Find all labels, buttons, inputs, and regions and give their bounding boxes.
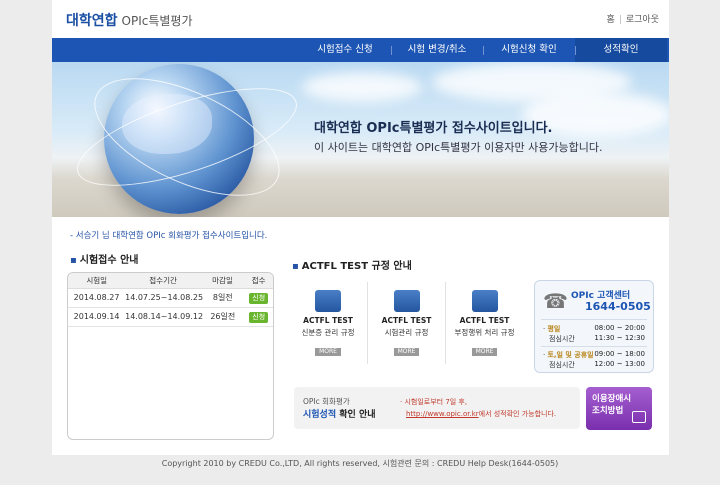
rules-title: ACTFL TEST 규정 안내 [292,257,412,272]
apply-button[interactable]: 신청 [249,293,269,304]
hero-banner: 대학연합 OPIc특별평가 접수사이트입니다. 이 사이트는 대학연합 OPIc… [52,62,669,217]
hand-icon [471,290,498,312]
hero-title: 대학연합 OPIc특별평가 접수사이트입니다. [314,121,553,136]
page-container: 대학연합 OPIc특별평가 홈 | 로그아웃 시험접수 신청 시험 변경/취소 시험신… [52,0,669,455]
schedule-title: 시험접수 안내 [70,251,139,266]
rule-title: ACTFL TEST [381,316,432,325]
weekend-lunch-label: 점심시간 [549,361,575,369]
rule-cheating[interactable]: ACTFL TEST 부정행위 처리 규정 MORE [445,282,523,364]
cell-date: 2014.08.27 [73,293,120,302]
footer: Copyright 2010 by CREDU Co.,LTD, All rig… [161,459,559,468]
weekday-lunch: 11:30 ~ 12:30 [594,334,645,342]
monitor-icon [393,290,420,312]
table-row: 2014.09.14 14.08.14~14.09.12 26일전 신청 [68,308,273,327]
top-bar: 대학연합 OPIc특별평가 홈 | 로그아웃 [52,0,669,38]
more-button[interactable]: MORE [315,348,341,356]
cell-date: 2014.09.14 [73,312,120,321]
table-row: 2014.08.27 14.07.25~14.08.25 8일전 신청 [68,289,273,308]
apply-button[interactable]: 신청 [249,312,269,323]
customer-center: ☎ OPIc 고객센터 1644-0505 · 평일 점심시간 08:00 ~ … [534,280,654,373]
score-banner-note: · 시험일로부터 7일 후, [400,398,468,406]
col-apply: 접수 [251,276,266,285]
weekend-lunch: 12:00 ~ 13:00 [594,360,645,368]
welcome-notice: - 서승기 님 대학연합 OPIc 회화평가 접수사이트입니다. [70,231,268,241]
weekend-hours: 09:00 ~ 18:00 [594,350,645,358]
table-header: 시험일 접수기간 마감일 접수 [68,273,273,289]
logout-link[interactable]: 로그아웃 [626,15,659,25]
weekend-label: · 토,일 및 공휴일 [543,351,594,359]
weekday-label: · 평일 [543,325,561,333]
score-banner-line1: OPIc 회화평가 [303,397,350,406]
util-menu: 홈 | 로그아웃 [607,12,659,25]
cell-deadline: 8일전 [212,293,233,302]
hero-subtitle: 이 사이트는 대학연합 OPIc특별평가 이용자만 사용가능합니다. [314,141,603,154]
weekday-lunch-label: 점심시간 [549,335,575,343]
trouble-guide-button[interactable]: 이용장애시 조치방법 [586,387,652,430]
more-button[interactable]: MORE [471,348,498,356]
col-date: 시험일 [86,276,108,285]
rule-title: ACTFL TEST [303,316,353,325]
util-separator: | [618,15,622,25]
nav-score-check[interactable]: 성적확인 [575,38,667,62]
score-banner-link-row: http://www.opic.or.kr에서 성적확인 가능합니다. [406,410,557,418]
rule-id-card[interactable]: ACTFL TEST 신분증 관리 규정 MORE [289,282,367,364]
score-banner-line2: 시험성적 확인 안내 [303,410,376,420]
edit-icon [632,411,646,423]
cell-deadline: 26일전 [210,312,236,321]
weekday-hours: 08:00 ~ 20:00 [594,324,645,332]
rule-desc: 부정행위 처리 규정 [454,328,515,337]
col-period: 접수기간 [149,276,177,285]
more-button[interactable]: MORE [393,348,420,356]
rule-title: ACTFL TEST [459,316,510,325]
divider [541,319,647,320]
site-logo[interactable]: 대학연합 OPIc특별평가 [66,10,193,30]
main-nav: 시험접수 신청 시험 변경/취소 시험신청 확인 성적확인 [52,38,669,62]
cs-phone: 1644-0505 [585,300,651,313]
score-banner: OPIc 회화평가 시험성적 확인 안내 · 시험일로부터 7일 후, http… [294,387,580,429]
nav-exam-change[interactable]: 시험 변경/취소 [391,38,483,62]
cta-line1: 이용장애시 [592,394,632,404]
divider [541,346,647,347]
home-link[interactable]: 홈 [607,15,615,25]
logo-sub: OPIc특별평가 [121,14,193,28]
phone-icon: ☎ [543,289,568,313]
col-deadline: 마감일 [212,276,233,285]
logo-main: 대학연합 [66,13,118,29]
nav-exam-apply[interactable]: 시험접수 신청 [299,38,391,62]
nav-exam-check[interactable]: 시험신청 확인 [483,38,575,62]
opic-link[interactable]: http://www.opic.or.kr [406,410,479,418]
rule-exam-management[interactable]: ACTFL TEST 시험관리 규정 MORE [367,282,445,364]
cell-period: 14.08.14~14.09.12 [125,312,204,321]
rules-list: ACTFL TEST 신분증 관리 규정 MORE ACTFL TEST 시험관… [289,282,524,364]
id-card-icon [315,290,341,312]
rule-desc: 시험관리 규정 [384,328,429,337]
cell-period: 14.07.25~14.08.25 [125,293,204,302]
cloud-decoration [302,72,422,102]
rule-desc: 신분증 관리 규정 [301,328,355,337]
schedule-table: 시험일 접수기간 마감일 접수 2014.08.27 14.07.25~14.0… [67,272,274,440]
